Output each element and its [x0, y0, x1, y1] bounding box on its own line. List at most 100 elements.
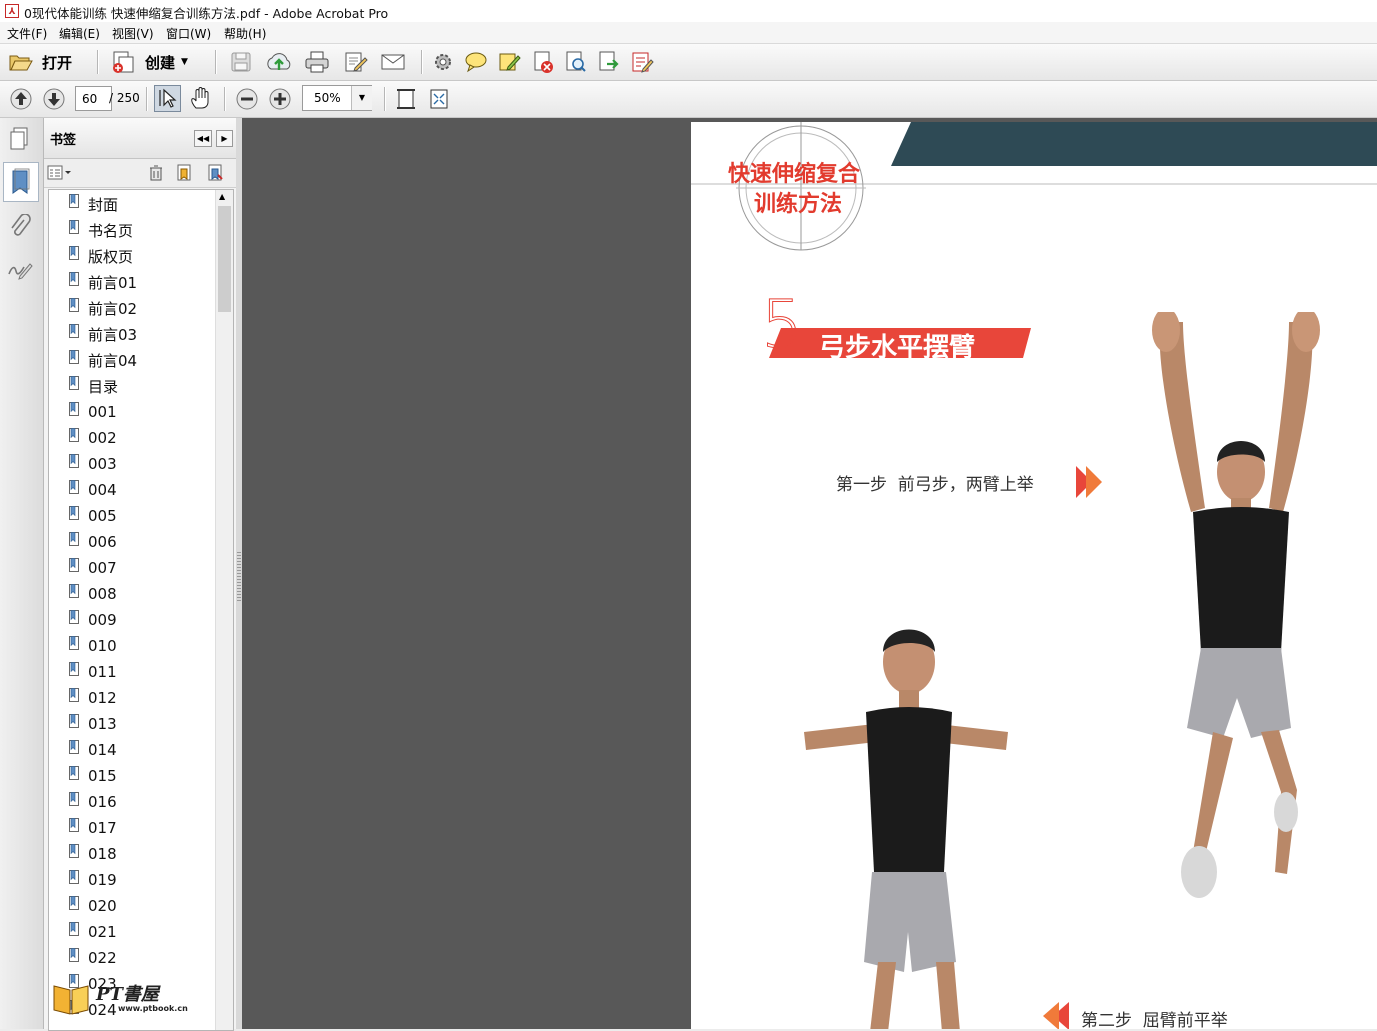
gear-icon[interactable]: [432, 51, 454, 73]
exercise-number: 5: [761, 286, 804, 363]
comment-icon[interactable]: [464, 51, 488, 73]
bookmark-icon: [69, 948, 79, 962]
chevron-down-icon[interactable]: ▼: [351, 86, 372, 110]
upload-icon[interactable]: [265, 50, 293, 74]
bookmark-label: 014: [88, 741, 117, 759]
bookmark-label: 书名页: [88, 221, 134, 240]
bookmark-item[interactable]: 014: [69, 738, 117, 762]
bookmark-item[interactable]: 022: [69, 946, 117, 970]
watermark: PT書屋 www.ptbook.cn: [52, 978, 188, 1018]
bookmark-item[interactable]: 008: [69, 582, 117, 606]
menu-help[interactable]: 帮助(H): [224, 25, 266, 42]
bookmark-item[interactable]: 020: [69, 894, 117, 918]
previous-page-icon[interactable]: [9, 87, 33, 111]
fit-width-icon[interactable]: [395, 87, 417, 111]
create-button[interactable]: 创建 ▼: [110, 49, 188, 75]
main-toolbar: 打开 创建 ▼: [0, 44, 1377, 81]
bookmark-item[interactable]: 002: [69, 426, 117, 450]
bookmark-item[interactable]: 011: [69, 660, 117, 684]
signatures-icon[interactable]: [6, 256, 34, 280]
zoom-in-icon[interactable]: [268, 87, 292, 111]
zoom-select[interactable]: 50% ▼: [302, 85, 372, 111]
bookmark-item[interactable]: 006: [69, 530, 117, 554]
expand-bookmark-icon[interactable]: [206, 163, 224, 183]
bookmark-item[interactable]: 前言02: [69, 296, 137, 320]
bookmark-item[interactable]: 015: [69, 764, 117, 788]
bookmark-item[interactable]: 010: [69, 634, 117, 658]
bookmark-label: 021: [88, 923, 117, 941]
bookmark-icon: [69, 870, 79, 884]
open-button[interactable]: 打开: [8, 49, 72, 75]
form-icon[interactable]: [630, 50, 654, 74]
menu-view[interactable]: 视图(V): [112, 25, 154, 42]
bookmarks-header: 书签 ◀◀ ▶: [44, 118, 236, 159]
bookmark-item[interactable]: 001: [69, 400, 117, 424]
bookmark-label: 007: [88, 559, 117, 577]
save-icon[interactable]: [230, 51, 252, 73]
export-icon[interactable]: [597, 50, 621, 74]
bookmark-label: 目录: [88, 377, 119, 396]
bookmark-item[interactable]: 003: [69, 452, 117, 476]
options-menu-icon[interactable]: [47, 164, 73, 182]
menu-window[interactable]: 窗口(W): [166, 25, 211, 42]
pdf-page[interactable]: 快速伸缩复合 训练方法 5 弓步水平摆臂 第一步 前弓步，两臂上举 第二步 屈臂…: [691, 122, 1377, 1029]
fit-page-icon[interactable]: [428, 87, 450, 111]
select-tool-button[interactable]: [154, 85, 181, 112]
bookmark-item[interactable]: 007: [69, 556, 117, 580]
bookmark-icon: [69, 740, 79, 754]
bookmarks-tab[interactable]: [3, 162, 39, 202]
new-bookmark-icon[interactable]: [175, 163, 193, 183]
bookmark-item[interactable]: 013: [69, 712, 117, 736]
bookmark-item[interactable]: 版权页: [69, 244, 133, 268]
email-icon[interactable]: [380, 52, 406, 72]
bookmark-item[interactable]: 016: [69, 790, 117, 814]
bookmark-item[interactable]: 012: [69, 686, 117, 710]
navigation-toolbar: / 250 50% ▼: [0, 81, 1377, 118]
bookmark-item[interactable]: 004: [69, 478, 117, 502]
bookmark-item[interactable]: 前言01: [69, 270, 137, 294]
hand-tool-icon[interactable]: [189, 86, 213, 112]
bookmark-item[interactable]: 书名页: [69, 218, 133, 242]
bookmark-item[interactable]: 009: [69, 608, 117, 632]
page-number-input[interactable]: [75, 86, 112, 111]
attachment-icon[interactable]: [8, 214, 32, 240]
bookmark-item[interactable]: 018: [69, 842, 117, 866]
search-doc-icon[interactable]: [564, 50, 588, 74]
bookmark-label: 020: [88, 897, 117, 915]
collapse-panel-icon[interactable]: ◀◀: [194, 130, 212, 147]
create-label: 创建: [145, 53, 176, 72]
folder-open-icon: [9, 55, 33, 71]
create-pdf-icon: [113, 51, 134, 73]
menu-edit[interactable]: 编辑(E): [59, 25, 100, 42]
panel-menu-icon[interactable]: ▶: [216, 130, 233, 147]
sign-icon[interactable]: [498, 50, 522, 74]
bookmark-item[interactable]: 019: [69, 868, 117, 892]
bookmark-icon: [69, 480, 79, 494]
bookmark-icon: [69, 584, 79, 598]
bookmark-item[interactable]: 017: [69, 816, 117, 840]
zoom-out-icon[interactable]: [235, 87, 259, 111]
print-icon[interactable]: [304, 50, 330, 74]
next-page-icon[interactable]: [42, 87, 66, 111]
bookmark-icon: [69, 922, 79, 936]
bookmark-item[interactable]: 目录: [69, 374, 118, 398]
bookmark-label: 004: [88, 481, 117, 499]
scrollbar-thumb[interactable]: [218, 206, 231, 312]
menu-file[interactable]: 文件(F): [7, 25, 47, 42]
bookmarks-title: 书签: [50, 133, 77, 148]
bookmarks-list: 封面书名页版权页 前言01 前言02 前言03 前言04 目录 001 002 003 004 00…: [48, 189, 234, 1031]
edit-icon[interactable]: [343, 50, 369, 74]
bookmark-label: 005: [88, 507, 117, 525]
delete-page-icon[interactable]: [532, 50, 556, 74]
bookmark-item[interactable]: 005: [69, 504, 117, 528]
page-thumbnails-icon[interactable]: [8, 126, 32, 152]
bookmark-item[interactable]: 封面: [69, 192, 118, 216]
bookmark-label: 012: [88, 689, 117, 707]
scroll-up-icon[interactable]: ▲: [219, 192, 225, 201]
bookmark-item[interactable]: 021: [69, 920, 117, 944]
bookmark-icon: [69, 376, 79, 390]
bookmark-item[interactable]: 前言03: [69, 322, 137, 346]
bookmark-item[interactable]: 前言04: [69, 348, 137, 372]
bookmarks-scrollbar[interactable]: ▲: [215, 190, 233, 1030]
delete-bookmark-icon[interactable]: [148, 164, 164, 182]
